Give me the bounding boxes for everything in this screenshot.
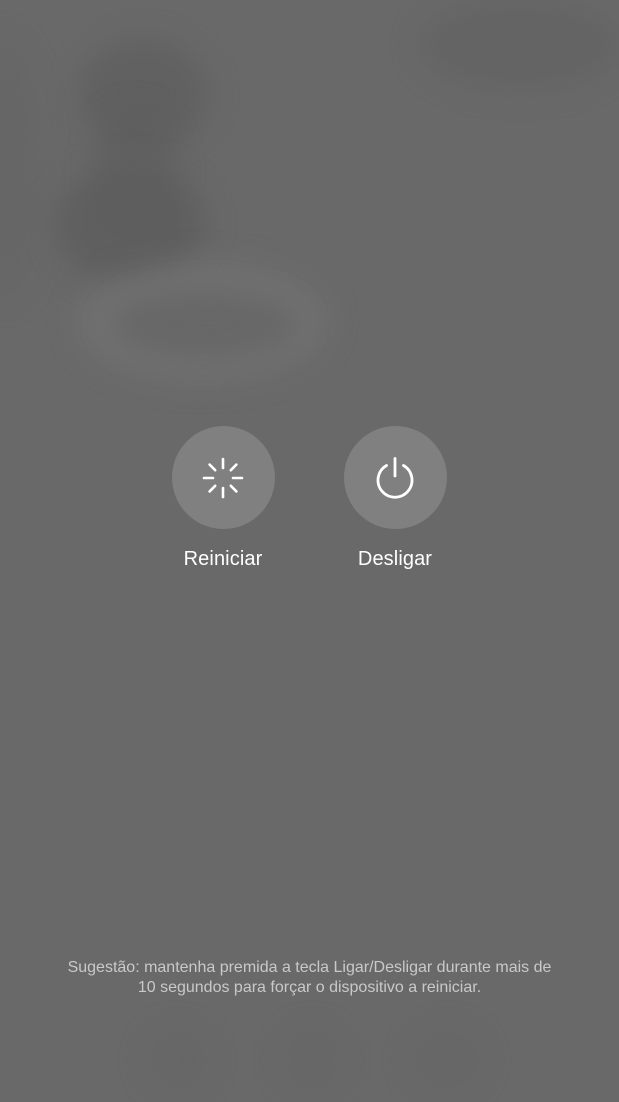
force-restart-hint: Sugestão: mantenha premida a tecla Ligar… [30,958,589,998]
restart-button-circle[interactable] [171,426,275,529]
shutdown-button[interactable]: Desligar [325,426,465,571]
restart-label: Reiniciar [183,548,263,570]
hint-line-1: Sugestão: mantenha premida a tecla Ligar… [67,959,552,976]
hint-line-2: 10 segundos para forçar o dispositivo a … [137,979,482,996]
blurred-wallpaper-background [0,0,619,1102]
background-blur-shape [0,40,40,300]
shutdown-label: Desligar [357,548,433,570]
power-icon [376,456,414,499]
shutdown-button-circle[interactable] [343,426,447,529]
restart-spinner-icon [202,457,244,498]
background-blur-shape [282,1030,342,1090]
background-blur-shape [148,1030,208,1090]
background-blur-shape [420,0,619,90]
restart-button[interactable]: Reiniciar [153,426,293,571]
background-blur-shape [412,1030,482,1090]
background-blur-shape [110,290,300,360]
